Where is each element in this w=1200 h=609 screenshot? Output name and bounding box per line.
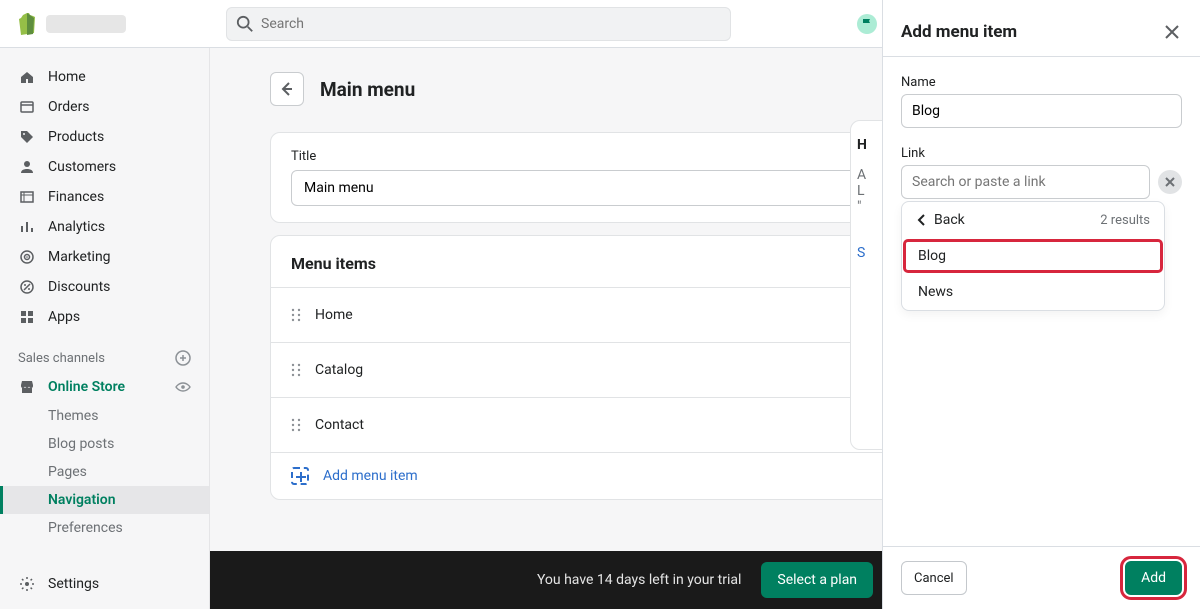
back-button[interactable] [270,72,304,106]
add-menu-item-panel: Add menu item Name Link Back 2 results B… [882,0,1200,609]
store-name-placeholder [46,15,126,33]
arrow-left-icon [278,80,296,98]
sales-channels-label: Sales channels [18,351,105,366]
close-panel-button[interactable] [1162,22,1182,42]
finances-icon [18,188,36,206]
preview-store-icon[interactable] [175,379,191,395]
hint-heading-initial: H [857,137,883,153]
sidebar-item-products[interactable]: Products [0,122,209,152]
hint-line-initial: " [857,199,883,215]
select-plan-button[interactable]: Select a plan [761,562,873,598]
drag-handle-icon[interactable] [291,418,301,432]
sidebar-item-discounts[interactable]: Discounts [0,272,209,302]
search-icon [236,15,254,33]
clear-link-button[interactable] [1158,170,1182,194]
store-icon [18,378,36,396]
gear-icon [18,575,36,593]
sidebar-item-orders[interactable]: Orders [0,92,209,122]
sidebar-subitem-preferences[interactable]: Preferences [0,514,209,542]
apps-icon [18,308,36,326]
name-label: Name [901,75,1182,90]
hint-line-initial: L [857,183,883,199]
add-icon [291,467,309,485]
orders-icon [18,98,36,116]
panel-footer: Cancel Add [883,546,1200,609]
sidebar-item-label: Online Store [48,379,125,395]
sidebar-item-label: Apps [48,309,80,325]
sidebar-item-settings[interactable]: Settings [0,569,209,599]
sidebar-item-label: Preferences [48,520,123,536]
sidebar-item-customers[interactable]: Customers [0,152,209,182]
panel-body: Name Link Back 2 results BlogNews [883,57,1200,546]
logo-area [16,12,210,36]
sidebar-item-label: Pages [48,464,87,480]
name-input[interactable] [901,94,1182,128]
sidebar-item-label: Orders [48,99,90,115]
cancel-button[interactable]: Cancel [901,561,967,595]
marketing-icon [18,248,36,266]
add-menu-item-label: Add menu item [323,468,418,484]
add-channel-icon[interactable] [175,350,191,366]
sidebar-subitem-pages[interactable]: Pages [0,458,209,486]
analytics-icon [18,218,36,236]
sidebar-item-label: Customers [48,159,116,175]
flag-icon [857,14,877,34]
sidebar-subitem-themes[interactable]: Themes [0,402,209,430]
sidebar-item-online-store[interactable]: Online Store [0,372,209,402]
sidebar-item-label: Analytics [48,219,105,235]
customers-icon [18,158,36,176]
link-option[interactable]: News [902,274,1164,310]
global-search[interactable] [226,7,731,41]
popover-back-label: Back [934,212,965,228]
drag-handle-icon[interactable] [291,308,301,322]
hint-line-initial: A [857,167,883,183]
sidebar-item-label: Navigation [48,492,116,508]
hint-link-initial: S [857,245,883,261]
close-icon [1162,22,1182,42]
panel-title: Add menu item [901,22,1017,42]
page-title: Main menu [320,78,415,101]
sidebar-item-label: Blog posts [48,436,114,452]
trial-message: You have 14 days left in your trial [537,572,741,588]
x-icon [1165,177,1175,187]
sidebar-item-apps[interactable]: Apps [0,302,209,332]
sidebar-item-label: Themes [48,408,98,424]
sidebar-item-finances[interactable]: Finances [0,182,209,212]
sidebar-item-label: Home [48,69,86,85]
products-icon [18,128,36,146]
search-input[interactable] [226,7,731,41]
popover-back-button[interactable]: Back [916,212,965,228]
sidebar-subitem-blog-posts[interactable]: Blog posts [0,430,209,458]
link-label: Link [901,146,1182,161]
shopify-logo-icon [16,12,38,36]
link-option[interactable]: Blog [902,238,1164,274]
sidebar-item-label: Finances [48,189,104,205]
sidebar-subitem-navigation[interactable]: Navigation [0,486,209,514]
sidebar-item-label: Marketing [48,249,111,265]
chevron-left-icon [916,214,928,226]
sidebar-item-label: Discounts [48,279,110,295]
sidebar-item-label: Settings [48,576,99,592]
popover-results-count: 2 results [1100,213,1150,228]
discounts-icon [18,278,36,296]
sidebar-item-home[interactable]: Home [0,62,209,92]
panel-header: Add menu item [883,0,1200,57]
sidebar-item-marketing[interactable]: Marketing [0,242,209,272]
sales-channels-header: Sales channels [0,332,209,372]
sidebar-item-label: Products [48,129,104,145]
home-icon [18,68,36,86]
link-suggestions-popover: Back 2 results BlogNews [901,201,1165,311]
add-button[interactable]: Add [1125,561,1182,595]
drag-handle-icon[interactable] [291,363,301,377]
link-input[interactable] [901,165,1150,199]
sidebar: Home Orders Products Customers Finances Analy… [0,48,210,609]
sidebar-item-analytics[interactable]: Analytics [0,212,209,242]
